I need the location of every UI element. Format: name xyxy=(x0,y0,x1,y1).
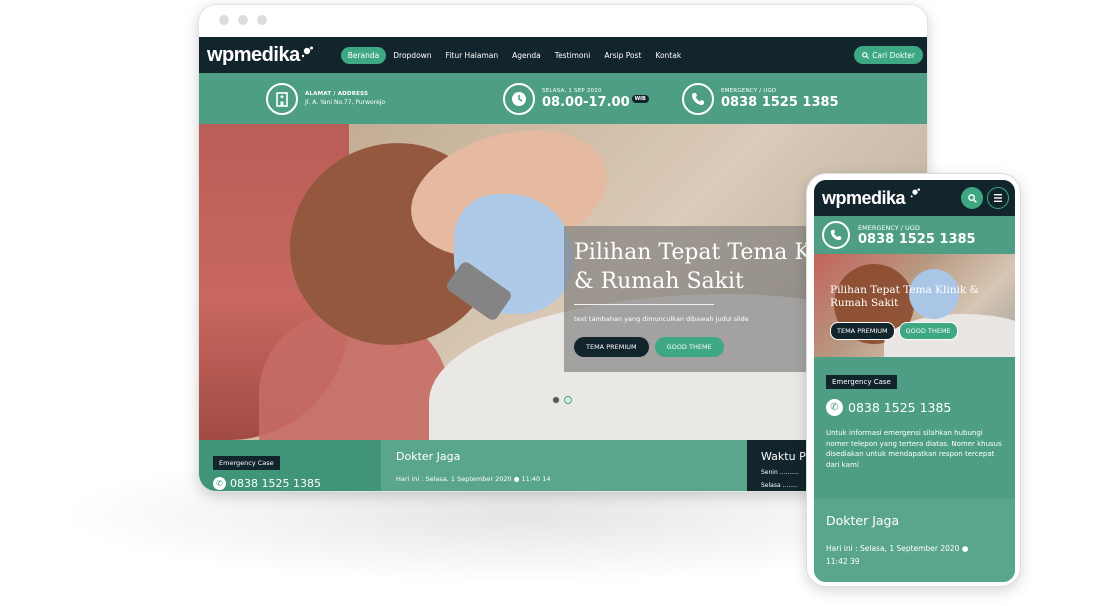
slide-title-line1: Pilihan Tepat Tema Klinik xyxy=(574,240,860,265)
slider-dot[interactable] xyxy=(564,396,572,404)
address-label: ALAMAT / ADDRESS xyxy=(305,91,369,97)
mobile-doctor-on-duty-title: Dokter Jaga xyxy=(826,513,900,528)
mobile-emergency-phone[interactable]: 0838 1525 1385 xyxy=(858,232,976,247)
mobile-doctor-on-duty-box: Dokter Jaga Hari ini : Selasa, 1 Septemb… xyxy=(814,499,1015,582)
mobile-emergency-case-box: Emergency Case ✆ 0838 1525 1385 Untuk in… xyxy=(814,357,1015,499)
menu-item-kontak[interactable]: Kontak xyxy=(648,47,688,64)
address-value: Jl. A. Yani No.77, Purworejo xyxy=(305,99,386,106)
slide-title-line2: & Rumah Sakit xyxy=(574,269,744,294)
clock-icon xyxy=(503,82,535,115)
mobile-emergency-case-phone[interactable]: 0838 1525 1385 xyxy=(848,400,951,415)
slider-pagination xyxy=(552,396,572,404)
info-bar: ALAMAT / ADDRESS Jl. A. Yani No.77, Purw… xyxy=(199,73,927,124)
window-dots xyxy=(219,15,267,25)
top-navbar: wpmedika Beranda Dropdown Fitur Halaman … xyxy=(199,37,927,73)
mobile-site-logo[interactable]: wpmedika xyxy=(822,188,920,209)
doctor-on-duty-time: 11:40 14 xyxy=(521,475,551,483)
timezone-badge: WIB xyxy=(631,94,649,103)
emergency-label: EMERGENCY / UGD xyxy=(721,87,777,94)
logo-dots-icon xyxy=(301,41,313,64)
menu-item-arsip-post[interactable]: Arsip Post xyxy=(597,47,648,64)
hours-info: SELASA, 1 SEP 2020 08.00-17.00 WIB xyxy=(503,82,649,115)
mobile-search-button[interactable] xyxy=(961,187,983,209)
mobile-slide-title-line1: Pilihan Tepat Tema Klinik & xyxy=(830,284,979,296)
clock-icon: ● xyxy=(961,544,969,553)
mobile-navbar: wpmedika xyxy=(814,180,1015,216)
phone-icon xyxy=(822,221,850,249)
slide-subtitle: text tambahan yang dimunculkan dibawah j… xyxy=(574,315,749,323)
mobile-tema-premium-button[interactable]: TEMA PREMIUM xyxy=(830,322,895,340)
hamburger-icon xyxy=(994,194,1002,202)
phone-icon: ✆ xyxy=(826,399,843,416)
tema-premium-button[interactable]: TEMA PREMIUM xyxy=(574,337,649,357)
mobile-doctor-on-duty-time: 11:42 39 xyxy=(826,557,860,566)
menu-item-testimoni[interactable]: Testimoni xyxy=(548,47,598,64)
mobile-menu-button[interactable] xyxy=(987,187,1009,209)
good-theme-button[interactable]: GOOD THEME xyxy=(654,337,724,357)
mobile-good-theme-button[interactable]: GOOD THEME xyxy=(898,322,958,340)
emergency-case-box: Emergency Case ✆ 0838 1525 1385 xyxy=(199,440,381,491)
mobile-slide-title-line2: Rumah Sakit xyxy=(830,297,899,309)
mobile-screen: wpmedika EMERGENCY / UGD 0838 1525 1385 xyxy=(814,180,1015,582)
search-icon xyxy=(967,193,977,203)
mobile-slide-title: Pilihan Tepat Tema Klinik & Rumah Sakit xyxy=(830,284,979,310)
hospital-icon xyxy=(266,82,298,115)
phone-icon: ✆ xyxy=(213,477,226,490)
menu-item-beranda[interactable]: Beranda xyxy=(340,46,387,64)
mobile-emergency-label: EMERGENCY / UGD xyxy=(858,223,920,232)
menu-item-dropdown[interactable]: Dropdown xyxy=(386,47,438,64)
clock-icon: ● xyxy=(513,475,520,483)
slide-caption: Pilihan Tepat Tema Klinik & Rumah Sakit … xyxy=(564,226,860,372)
mobile-emergency-text: Untuk informasi emergensi silahkan hubun… xyxy=(826,429,1002,469)
address-info: ALAMAT / ADDRESS Jl. A. Yani No.77, Purw… xyxy=(266,82,386,115)
menu-item-fitur-halaman[interactable]: Fitur Halaman xyxy=(439,47,506,64)
emergency-info: EMERGENCY / UGD 0838 1525 1385 xyxy=(682,82,839,115)
doctor-on-duty-box: Dokter Jaga Hari ini : Selasa, 1 Septemb… xyxy=(381,440,747,491)
slide-divider xyxy=(574,304,714,305)
phone-icon xyxy=(682,82,714,115)
mobile-doctor-on-duty-date: Hari ini : Selasa, 1 September 2020 xyxy=(826,544,960,553)
site-logo[interactable]: wpmedika xyxy=(207,44,313,67)
search-doctor-button[interactable]: Cari Dokter xyxy=(854,46,923,64)
emergency-phone[interactable]: 0838 1525 1385 xyxy=(721,95,839,110)
logo-dots-icon xyxy=(910,187,920,197)
emergency-case-phone[interactable]: 0838 1525 1385 xyxy=(230,477,321,490)
window-dot xyxy=(238,15,248,25)
logo-text: wpmedika xyxy=(822,187,906,208)
search-icon xyxy=(862,51,870,59)
mobile-emergency-bar: EMERGENCY / UGD 0838 1525 1385 xyxy=(814,216,1015,254)
main-menu: Beranda Dropdown Fitur Halaman Agenda Te… xyxy=(340,46,688,64)
mobile-hero-slider: Pilihan Tepat Tema Klinik & Rumah Sakit … xyxy=(814,254,1015,357)
doctor-on-duty-title: Dokter Jaga xyxy=(396,450,461,463)
date-label: SELASA, 1 SEP 2020 xyxy=(542,87,602,94)
mobile-phone-mockup: wpmedika EMERGENCY / UGD 0838 1525 1385 xyxy=(806,173,1021,587)
emergency-case-tag: Emergency Case xyxy=(213,456,280,470)
slider-dot-active[interactable] xyxy=(552,396,560,404)
doctor-on-duty-date: Hari ini : Selasa, 1 September 2020 xyxy=(396,475,512,483)
window-dot xyxy=(257,15,267,25)
logo-text: wpmedika xyxy=(207,43,300,66)
search-doctor-label: Cari Dokter xyxy=(872,50,915,60)
mobile-emergency-case-tag: Emergency Case xyxy=(826,375,897,389)
hours-value: 08.00-17.00 xyxy=(542,94,630,110)
window-dot xyxy=(219,15,229,25)
menu-item-agenda[interactable]: Agenda xyxy=(505,47,548,64)
